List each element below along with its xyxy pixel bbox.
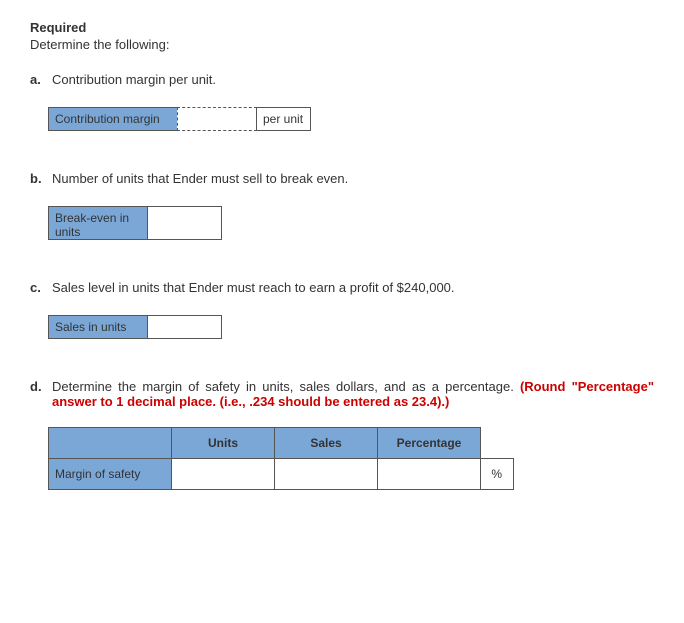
breakeven-input[interactable] bbox=[147, 206, 222, 240]
q-a-text: Contribution margin per unit. bbox=[52, 72, 654, 87]
q-c-letter: c. bbox=[30, 280, 48, 295]
q-b-text: Number of units that Ender must sell to … bbox=[52, 171, 654, 186]
margin-of-safety-table: Units Sales Percentage Margin of safety … bbox=[48, 427, 514, 490]
question-c: c. Sales level in units that Ender must … bbox=[30, 280, 654, 339]
q-b-letter: b. bbox=[30, 171, 48, 186]
col-percentage: Percentage bbox=[378, 428, 481, 459]
margin-of-safety-label: Margin of safety bbox=[49, 459, 172, 490]
required-heading: Required bbox=[30, 20, 654, 35]
q-d-text-main: Determine the margin of safety in units,… bbox=[52, 379, 520, 394]
q-c-text: Sales level in units that Ender must rea… bbox=[52, 280, 654, 295]
question-d: d. Determine the margin of safety in uni… bbox=[30, 379, 654, 490]
contribution-margin-input[interactable] bbox=[177, 107, 257, 131]
breakeven-label: Break-even in units bbox=[48, 206, 148, 240]
q-b-answer-row: Break-even in units bbox=[48, 206, 654, 240]
q-d-text: Determine the margin of safety in units,… bbox=[52, 379, 654, 409]
percent-sign-cell: % bbox=[481, 459, 514, 490]
q-a-answer-row: Contribution margin per unit bbox=[48, 107, 654, 131]
table-corner bbox=[49, 428, 172, 459]
table-row: Margin of safety % bbox=[49, 459, 514, 490]
q-a-letter: a. bbox=[30, 72, 48, 87]
q-d-letter: d. bbox=[30, 379, 48, 394]
question-b: b. Number of units that Ender must sell … bbox=[30, 171, 654, 240]
margin-percentage-input[interactable] bbox=[378, 459, 481, 490]
col-units: Units bbox=[172, 428, 275, 459]
table-spacer bbox=[481, 428, 514, 459]
margin-units-input[interactable] bbox=[172, 459, 275, 490]
q-c-answer-row: Sales in units bbox=[48, 315, 654, 339]
question-a: a. Contribution margin per unit. Contrib… bbox=[30, 72, 654, 131]
col-sales: Sales bbox=[275, 428, 378, 459]
sales-units-input[interactable] bbox=[147, 315, 222, 339]
sales-units-label: Sales in units bbox=[48, 315, 148, 339]
contribution-margin-label: Contribution margin bbox=[48, 107, 178, 131]
per-unit-suffix: per unit bbox=[256, 107, 311, 131]
margin-sales-input[interactable] bbox=[275, 459, 378, 490]
instruction: Determine the following: bbox=[30, 37, 654, 52]
